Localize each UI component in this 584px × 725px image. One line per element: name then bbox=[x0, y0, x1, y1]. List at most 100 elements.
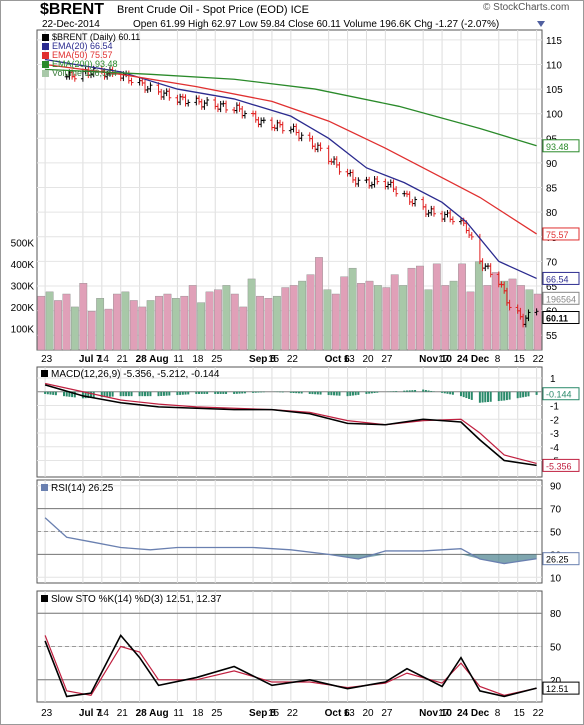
macd-histogram-bar bbox=[319, 391, 322, 395]
volume-tick-label: 500K bbox=[11, 238, 35, 249]
macd-histogram-bar bbox=[449, 391, 452, 395]
x-tick-label-bottom: 15 bbox=[514, 708, 526, 719]
sto-tick-label: 50 bbox=[550, 643, 562, 654]
x-tick-label-top: 24 Dec bbox=[457, 354, 490, 365]
rsi-title: RSI(14) 26.25 bbox=[51, 483, 114, 494]
macd-histogram-bar bbox=[316, 391, 319, 395]
macd-histogram-bar bbox=[503, 391, 506, 401]
macd-histogram-bar bbox=[368, 391, 371, 394]
macd-histogram-bar bbox=[130, 391, 133, 397]
volume-bar bbox=[264, 298, 273, 351]
price-tick-label: 105 bbox=[546, 85, 563, 96]
macd-histogram-bar bbox=[65, 391, 68, 397]
rsi-tick-label: 50 bbox=[550, 528, 562, 539]
macd-histogram-bar bbox=[297, 391, 300, 394]
x-tick-label-bottom: 22 bbox=[287, 708, 299, 719]
volume-bar bbox=[399, 285, 408, 351]
rsi-tick-label: 70 bbox=[550, 505, 562, 516]
volume-tick-label: 300K bbox=[11, 281, 35, 292]
macd-histogram-bar bbox=[46, 391, 49, 395]
macd-histogram-bar bbox=[481, 391, 484, 403]
value-tag-label: 75.57 bbox=[546, 230, 569, 240]
macd-value-tag-label: -0.144 bbox=[546, 390, 572, 400]
x-tick-label-top: 15 bbox=[514, 354, 526, 365]
macd-histogram-bar bbox=[535, 391, 538, 395]
volume-bar bbox=[70, 306, 79, 351]
rsi-value-tag-label: 26.25 bbox=[546, 555, 569, 565]
volume-bar bbox=[180, 295, 189, 351]
macd-value-tag-label: -5.356 bbox=[546, 461, 572, 471]
volume-bar bbox=[146, 300, 155, 351]
macd-histogram-bar bbox=[222, 391, 225, 394]
volume-bar bbox=[205, 291, 214, 351]
macd-histogram-bar bbox=[422, 389, 425, 392]
volume-bar bbox=[289, 285, 298, 351]
value-tag-label: 196564 bbox=[546, 294, 576, 304]
value-tag-label: 66.54 bbox=[546, 274, 569, 284]
volume-bar bbox=[365, 280, 374, 351]
macd-histogram-bar bbox=[206, 391, 209, 394]
macd-histogram-bar bbox=[333, 391, 336, 396]
x-tick-label-top: 21 bbox=[117, 354, 129, 365]
macd-histogram-bar bbox=[522, 391, 525, 398]
legend-swatch bbox=[42, 34, 49, 41]
macd-histogram-bar bbox=[395, 391, 398, 392]
volume-tick-label: 200K bbox=[11, 303, 35, 314]
macd-histogram-bar bbox=[54, 391, 57, 396]
volume-bar bbox=[458, 263, 466, 351]
macd-histogram-bar bbox=[238, 391, 241, 394]
macd-histogram-bar bbox=[200, 391, 203, 394]
macd-histogram-bar bbox=[335, 391, 338, 396]
macd-histogram-bar bbox=[489, 391, 492, 402]
macd-tick-label: 1 bbox=[550, 374, 556, 385]
macd-histogram-bar bbox=[127, 391, 130, 397]
volume-bar bbox=[129, 300, 138, 351]
volume-bar bbox=[449, 280, 458, 351]
macd-histogram-bar bbox=[414, 390, 417, 392]
macd-histogram-bar bbox=[157, 391, 160, 397]
chart-svg: 556065707580859095100105110115100K200K30… bbox=[0, 0, 584, 725]
macd-histogram-bar bbox=[184, 391, 187, 395]
macd-histogram-bar bbox=[281, 391, 284, 393]
macd-histogram-bar bbox=[295, 391, 298, 394]
x-tick-label-top: 28 Aug bbox=[136, 354, 169, 365]
macd-histogram-bar bbox=[214, 391, 217, 394]
macd-histogram-bar bbox=[403, 390, 406, 392]
macd-histogram-bar bbox=[187, 391, 190, 395]
value-tag-label: 93.48 bbox=[546, 142, 569, 152]
volume-bar bbox=[171, 298, 180, 351]
macd-histogram-bar bbox=[524, 391, 527, 397]
volume-bar bbox=[239, 306, 248, 351]
macd-histogram-bar bbox=[289, 391, 292, 393]
macd-histogram-bar bbox=[411, 390, 414, 392]
price-tick-label: 70 bbox=[546, 257, 558, 268]
volume-bar bbox=[432, 263, 441, 351]
volume-bar bbox=[390, 274, 399, 351]
x-tick-label-top: 25 bbox=[211, 354, 223, 365]
macd-histogram-bar bbox=[122, 391, 125, 397]
macd-histogram-bar bbox=[257, 391, 260, 393]
macd-histogram-bar bbox=[446, 391, 449, 394]
macd-histogram-bar bbox=[119, 391, 122, 397]
volume-bar bbox=[188, 285, 197, 351]
macd-histogram-bar bbox=[465, 391, 468, 399]
macd-histogram-bar bbox=[451, 391, 454, 395]
x-tick-label-bottom: 23 bbox=[41, 708, 53, 719]
price-tick-label: 110 bbox=[546, 60, 562, 71]
macd-histogram-bar bbox=[44, 391, 47, 394]
x-tick-label-top: 18 bbox=[192, 354, 204, 365]
volume-bar bbox=[121, 291, 130, 351]
macd-histogram-bar bbox=[144, 391, 147, 397]
legend-swatch bbox=[42, 61, 49, 68]
x-tick-label-top: 23 bbox=[41, 354, 53, 365]
macd-histogram-bar bbox=[327, 391, 330, 396]
macd-histogram-bar bbox=[181, 391, 184, 395]
macd-histogram-bar bbox=[427, 390, 430, 392]
macd-histogram-bar bbox=[260, 391, 263, 393]
macd-histogram-bar bbox=[138, 391, 141, 397]
volume-bar bbox=[247, 278, 256, 351]
volume-bar bbox=[256, 295, 264, 351]
x-tick-label-bottom: 17 bbox=[438, 708, 450, 719]
x-tick-label-top: 20 bbox=[362, 354, 374, 365]
macd-histogram-bar bbox=[111, 391, 114, 397]
